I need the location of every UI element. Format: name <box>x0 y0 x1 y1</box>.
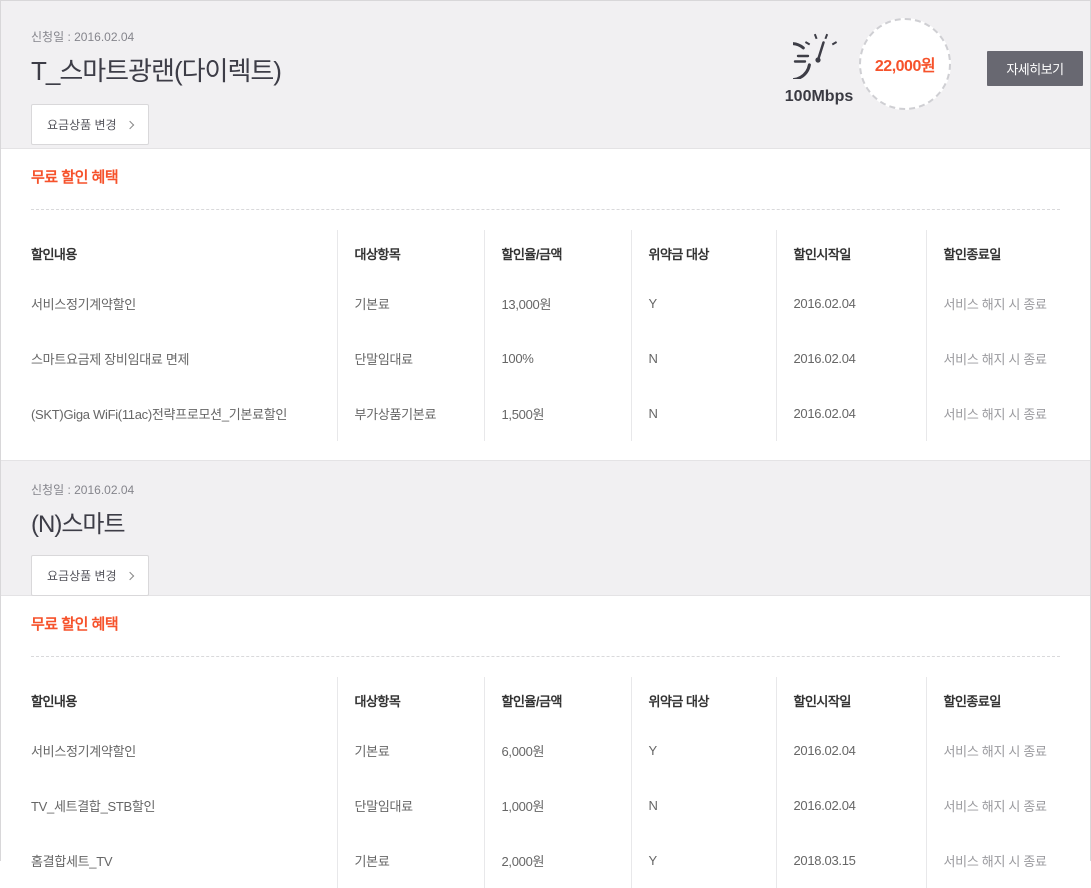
table-header-row: 할인내용 대상항목 할인율/금액 위약금 대상 할인시작일 할인종료일 <box>31 677 1062 723</box>
cell-discount-name: TV_세트결합_STB할인 <box>31 778 337 833</box>
dashed-divider <box>31 656 1060 657</box>
section-title: 무료 할인 혜택 <box>31 165 1060 187</box>
price-value: 22,000원 <box>875 52 935 76</box>
cell-start-date: 2016.02.04 <box>776 386 926 441</box>
cell-end-date: 서비스 해지 시 종료 <box>926 778 1062 833</box>
cell-penalty: Y <box>631 723 776 778</box>
col-header: 위약금 대상 <box>631 230 776 276</box>
cell-amount: 1,500원 <box>484 386 631 441</box>
table-row: 스마트요금제 장비임대료 면제 단말임대료 100% N 2016.02.04 … <box>31 331 1062 386</box>
col-header: 할인율/금액 <box>484 230 631 276</box>
discount-table-1: 할인내용 대상항목 할인율/금액 위약금 대상 할인시작일 할인종료일 서비스정… <box>31 230 1062 441</box>
table-row: TV_세트결합_STB할인 단말임대료 1,000원 N 2016.02.04 … <box>31 778 1062 833</box>
table-row: 서비스정기계약할인 기본료 13,000원 Y 2016.02.04 서비스 해… <box>31 276 1062 331</box>
chevron-right-icon <box>125 120 133 128</box>
discount-section-2: 무료 할인 혜택 할인내용 대상항목 할인율/금액 위약금 대상 할인시작일 할… <box>1 596 1090 888</box>
discount-section-1: 무료 할인 혜택 할인내용 대상항목 할인율/금액 위약금 대상 할인시작일 할… <box>1 149 1090 460</box>
col-header: 할인시작일 <box>776 677 926 723</box>
speedometer-icon <box>793 66 845 83</box>
cell-amount: 13,000원 <box>484 276 631 331</box>
cell-end-date: 서비스 해지 시 종료 <box>926 331 1062 386</box>
cell-amount: 6,000원 <box>484 723 631 778</box>
col-header: 대상항목 <box>337 230 484 276</box>
product-header-1: 신청일 : 2016.02.04 T_스마트광랜(다이렉트) 요금상품 변경 1… <box>1 1 1090 149</box>
cell-end-date: 서비스 해지 시 종료 <box>926 276 1062 331</box>
cell-amount: 1,000원 <box>484 778 631 833</box>
detail-view-button[interactable]: 자세히보기 <box>987 51 1083 86</box>
section-title: 무료 할인 혜택 <box>31 612 1060 634</box>
apply-date: 신청일 : 2016.02.04 <box>31 481 1060 498</box>
price-circle: 22,000원 <box>859 18 951 110</box>
col-header: 할인시작일 <box>776 230 926 276</box>
table-row: (SKT)Giga WiFi(11ac)전략프로모션_기본료할인 부가상품기본료… <box>31 386 1062 441</box>
speed-indicator: 100Mbps <box>776 27 862 106</box>
cell-end-date: 서비스 해지 시 종료 <box>926 386 1062 441</box>
chevron-right-icon <box>125 571 133 579</box>
table-row: 서비스정기계약할인 기본료 6,000원 Y 2016.02.04 서비스 해지… <box>31 723 1062 778</box>
col-header: 할인종료일 <box>926 230 1062 276</box>
table-header-row: 할인내용 대상항목 할인율/금액 위약금 대상 할인시작일 할인종료일 <box>31 230 1062 276</box>
dashed-divider <box>31 209 1060 210</box>
cell-discount-name: (SKT)Giga WiFi(11ac)전략프로모션_기본료할인 <box>31 386 337 441</box>
cell-discount-name: 서비스정기계약할인 <box>31 276 337 331</box>
cell-target: 단말임대료 <box>337 778 484 833</box>
cell-discount-name: 스마트요금제 장비임대료 면제 <box>31 331 337 386</box>
cell-discount-name: 서비스정기계약할인 <box>31 723 337 778</box>
change-plan-label: 요금상품 변경 <box>47 567 117 584</box>
cell-target: 기본료 <box>337 723 484 778</box>
cell-target: 부가상품기본료 <box>337 386 484 441</box>
col-header: 할인내용 <box>31 230 337 276</box>
cell-start-date: 2016.02.04 <box>776 331 926 386</box>
cell-start-date: 2016.02.04 <box>776 778 926 833</box>
change-plan-button[interactable]: 요금상품 변경 <box>31 104 149 145</box>
cell-penalty: N <box>631 386 776 441</box>
change-plan-label: 요금상품 변경 <box>47 116 117 133</box>
discount-table-2: 할인내용 대상항목 할인율/금액 위약금 대상 할인시작일 할인종료일 서비스정… <box>31 677 1062 888</box>
col-header: 할인내용 <box>31 677 337 723</box>
col-header: 할인종료일 <box>926 677 1062 723</box>
col-header: 대상항목 <box>337 677 484 723</box>
cell-end-date: 서비스 해지 시 종료 <box>926 723 1062 778</box>
col-header: 위약금 대상 <box>631 677 776 723</box>
col-header: 할인율/금액 <box>484 677 631 723</box>
cell-target: 단말임대료 <box>337 331 484 386</box>
cell-penalty: N <box>631 778 776 833</box>
cell-start-date: 2016.02.04 <box>776 723 926 778</box>
cell-target: 기본료 <box>337 276 484 331</box>
product-header-2: 신청일 : 2016.02.04 (N)스마트 요금상품 변경 <box>1 460 1090 596</box>
speed-value: 100Mbps <box>776 88 862 106</box>
cell-start-date: 2016.02.04 <box>776 276 926 331</box>
cell-penalty: N <box>631 331 776 386</box>
cell-penalty: Y <box>631 276 776 331</box>
cell-amount: 100% <box>484 331 631 386</box>
product-name: (N)스마트 <box>31 504 1060 539</box>
change-plan-button[interactable]: 요금상품 변경 <box>31 555 149 596</box>
